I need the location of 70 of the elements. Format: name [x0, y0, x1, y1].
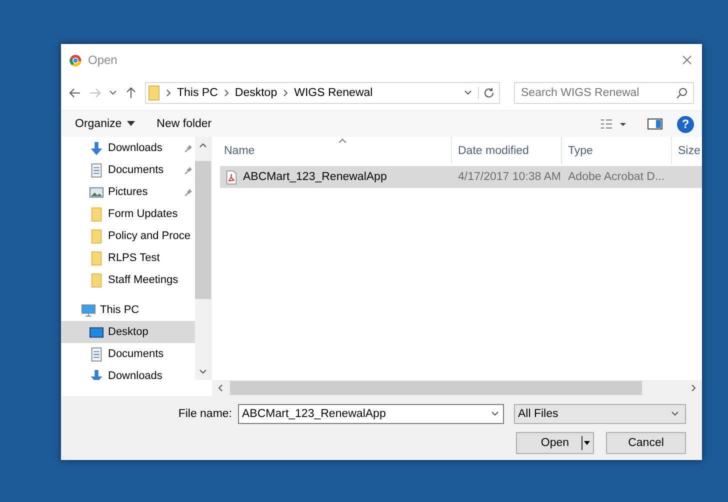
folder-icon [89, 228, 104, 244]
column-header[interactable]: Date modified [452, 137, 562, 164]
folder-icon [89, 272, 104, 288]
file-name-label: File name: [178, 408, 232, 420]
document-icon [89, 162, 104, 178]
nav-item[interactable]: Staff Meetings [61, 269, 195, 291]
folder-icon [89, 206, 104, 222]
open-button[interactable]: Open [516, 432, 594, 454]
pin-icon [184, 144, 193, 152]
nav-item[interactable]: Downloads [61, 365, 195, 380]
pdf-file-icon [224, 170, 239, 184]
down-arrow-icon [89, 368, 104, 380]
dropdown-caret-icon [581, 436, 591, 450]
down-arrow-icon [89, 140, 104, 156]
column-header[interactable]: Type [562, 137, 672, 164]
file-name: ABCMart_123_RenewalApp [243, 171, 387, 183]
column-header[interactable]: Size [672, 137, 702, 164]
nav-item[interactable]: Desktop [61, 321, 195, 343]
organize-button[interactable]: Organize [71, 118, 139, 130]
breadcrumb[interactable]: WIGS Renewal [294, 87, 373, 99]
breadcrumb[interactable]: This PC [177, 87, 218, 99]
nav-item[interactable]: This PC [61, 299, 195, 321]
address-bar[interactable]: This PC Desktop WIGS Renewal [145, 82, 500, 104]
sort-caret-icon [338, 138, 347, 144]
scrollbar-thumb[interactable] [230, 381, 642, 395]
nav-item[interactable]: Pictures [61, 181, 195, 203]
monitor-icon [81, 302, 96, 318]
horizontal-scrollbar[interactable] [212, 380, 702, 396]
window-title: Open [88, 53, 118, 67]
nav-item[interactable]: Documents [61, 343, 195, 365]
pin-icon [184, 166, 193, 174]
type-cell-text: Adobe Acrobat D... [567, 171, 666, 183]
nav-item[interactable]: Form Updates [61, 203, 195, 225]
chevron-down-icon[interactable] [464, 90, 472, 96]
new-folder-button[interactable]: New folder [152, 118, 216, 130]
date-cell-text: 4/17/2017 10:38 AM [457, 171, 562, 183]
column-header[interactable]: Name [212, 137, 452, 164]
nav-item[interactable]: Downloads [61, 137, 195, 159]
file-type-dropdown[interactable]: All Files [514, 404, 686, 424]
scrollbar-thumb[interactable] [195, 161, 211, 299]
chevron-right-icon [166, 89, 171, 97]
help-button[interactable]: ? [677, 116, 694, 132]
search-icon [676, 87, 688, 99]
desktop-icon [89, 324, 104, 340]
file-name-field[interactable]: ABCMart_123_RenewalApp [238, 404, 504, 424]
browser-logo-icon [69, 54, 82, 66]
up-arrow-icon[interactable] [125, 87, 137, 99]
pin-icon [184, 188, 193, 196]
vertical-scrollbar[interactable] [195, 137, 211, 380]
picture-icon [89, 184, 104, 200]
nav-item[interactable]: Documents [61, 159, 195, 181]
folder-icon [89, 250, 104, 266]
cancel-button[interactable]: Cancel [606, 432, 686, 454]
back-arrow-icon[interactable] [69, 87, 81, 99]
preview-pane-icon[interactable] [647, 118, 663, 130]
document-icon [89, 346, 104, 362]
chevron-down-icon [671, 411, 679, 417]
caret-icon [126, 121, 135, 126]
search-field[interactable]: Search WIGS Renewal [514, 82, 694, 104]
chevron-down-icon[interactable] [491, 411, 499, 417]
chevron-down-icon[interactable] [109, 90, 117, 96]
close-icon[interactable] [682, 55, 692, 65]
chevron-right-icon [283, 89, 288, 97]
file-row[interactable]: ABCMart_123_RenewalApp 4/17/2017 10:38 AM Adobe Acrobat D... [220, 166, 702, 188]
breadcrumb[interactable]: Desktop [234, 87, 278, 99]
nav-item[interactable]: Policy and Proce [61, 225, 195, 247]
view-options-icon[interactable] [599, 118, 629, 130]
nav-item[interactable]: RLPS Test [61, 247, 195, 269]
folder-icon [148, 85, 160, 101]
chevron-right-icon [224, 89, 229, 97]
